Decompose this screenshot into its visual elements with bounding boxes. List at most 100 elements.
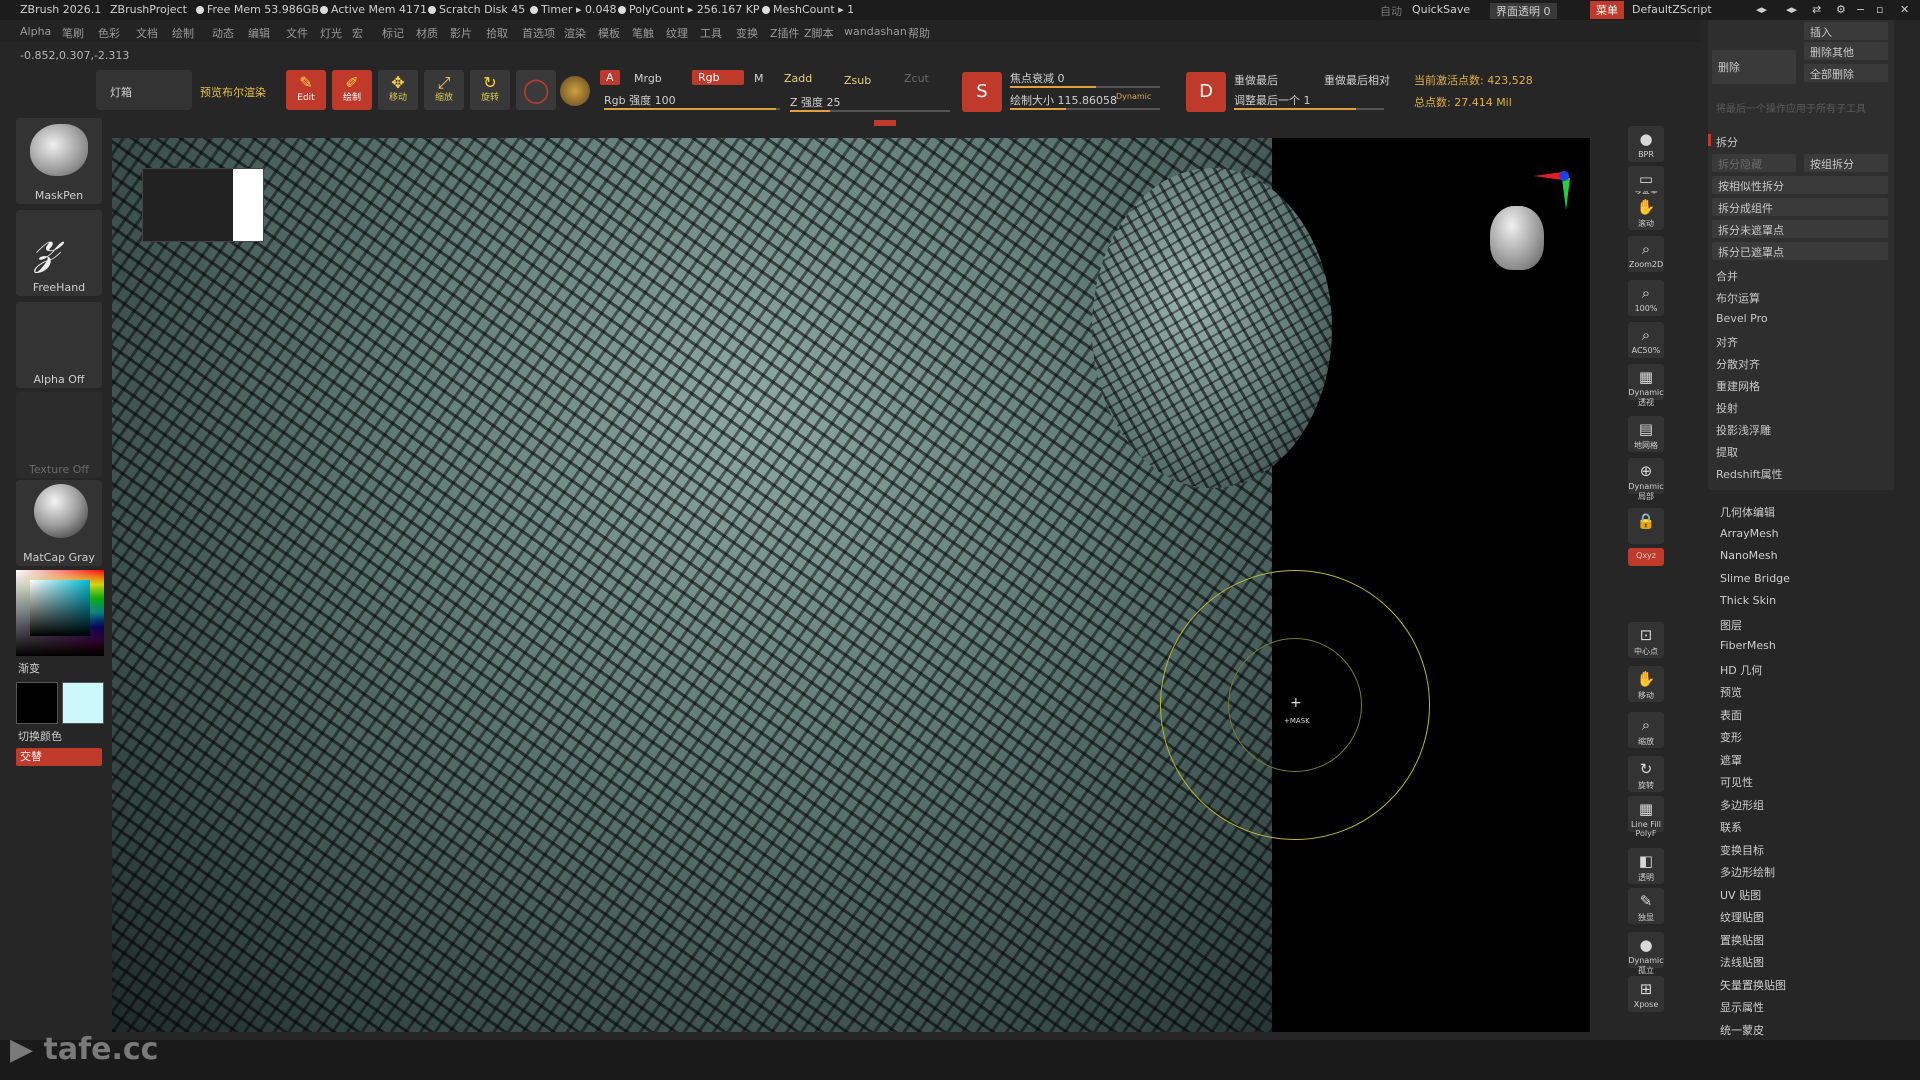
dynamic-size-toggle[interactable]: Dynamic (1116, 92, 1151, 101)
edit-button[interactable]: ✎ Edit (286, 70, 326, 110)
palette-item[interactable]: 纹理贴图 (1720, 909, 1764, 925)
quicksave-button[interactable]: QuickSave (1412, 3, 1470, 16)
palette-item[interactable]: 矢量置换贴图 (1720, 977, 1786, 993)
zsub-toggle[interactable]: Zsub (844, 74, 871, 87)
menu-item[interactable]: 色彩 (98, 25, 120, 41)
tool-move-button[interactable]: ✋ 移动 (1628, 666, 1664, 702)
default-zscript[interactable]: DefaultZScript (1632, 3, 1712, 16)
tool-persp-button[interactable]: ▦ Dynamic 透视 (1628, 364, 1664, 407)
extract-section[interactable]: 提取 (1716, 444, 1738, 460)
palette-item[interactable]: 遮罩 (1720, 752, 1742, 768)
split-section-header[interactable]: 拆分 (1716, 134, 1738, 150)
mrgb-toggle[interactable]: Mrgb (634, 72, 662, 85)
layout-icon[interactable]: ◂▸ (1756, 3, 1767, 16)
tool-ac50-button[interactable]: ⌕ AC50% (1628, 322, 1664, 358)
tool-transp-button[interactable]: ◧ 透明 (1628, 848, 1664, 884)
mesh-ear-region[interactable] (1092, 168, 1332, 488)
menu-item[interactable]: 绘制 (172, 25, 194, 41)
color-picker[interactable] (16, 570, 104, 656)
distribute-section[interactable]: 分散对齐 (1716, 356, 1760, 372)
tool-rotate-button[interactable]: ↻ 旋转 (1628, 756, 1664, 792)
menu-item[interactable]: 材质 (416, 25, 438, 41)
menu-item[interactable]: Z插件 (770, 25, 800, 41)
tool-xyz-button[interactable]: ✕Qxyz (1628, 548, 1664, 566)
delete-others-button[interactable]: 删除其他 (1804, 42, 1888, 60)
tool-solo-button[interactable]: ● Dynamic 孤立 (1628, 932, 1664, 975)
head-gizmo-icon[interactable] (1490, 206, 1544, 270)
menu-item[interactable]: 影片 (450, 25, 472, 41)
z-intensity-slider[interactable] (790, 110, 950, 112)
tool-bpr-button[interactable]: ● BPR (1628, 126, 1664, 162)
navigator-thumbnail[interactable] (142, 168, 264, 242)
canvas-viewport[interactable]: + +MASK (112, 138, 1590, 1032)
tool-local-button[interactable]: ⊕ Dynamic 局部 (1628, 458, 1664, 501)
redshift-section[interactable]: Redshift属性 (1716, 466, 1783, 482)
switch-color-button[interactable]: 切换颜色 (18, 728, 62, 744)
palette-item[interactable]: 显示属性 (1720, 999, 1764, 1015)
sculptris-button[interactable]: ◯ (516, 70, 556, 110)
close-icon[interactable]: ✕ (1900, 3, 1909, 16)
palette-item[interactable]: 置换贴图 (1720, 932, 1764, 948)
menu-item[interactable]: 文件 (286, 25, 308, 41)
palette-item[interactable]: 几何体编辑 (1720, 504, 1775, 520)
layout2-icon[interactable]: ◂▸ (1786, 3, 1797, 16)
delete-all-button[interactable]: 全部删除 (1804, 64, 1888, 82)
merge-section[interactable]: 合并 (1716, 268, 1738, 284)
bevel-pro-section[interactable]: Bevel Pro (1716, 312, 1768, 325)
palette-item[interactable]: 统一蒙皮 (1720, 1022, 1764, 1038)
menu-button[interactable]: 菜单 (1590, 1, 1624, 19)
menu-item[interactable]: 拾取 (486, 25, 508, 41)
draw-size-label[interactable]: 绘制大小 115.86058 (1010, 92, 1117, 108)
palette-item[interactable]: 变换目标 (1720, 842, 1764, 858)
menu-item[interactable]: 标记 (382, 25, 404, 41)
align-section[interactable]: 对齐 (1716, 334, 1738, 350)
menu-item[interactable]: 工具 (700, 25, 722, 41)
tool-zoom2d-button[interactable]: ⌕ Zoom2D (1628, 236, 1664, 272)
palette-item[interactable]: 预览 (1720, 684, 1742, 700)
palette-item[interactable]: Slime Bridge (1720, 572, 1790, 585)
adjust-last-slider[interactable] (1234, 108, 1384, 110)
palette-item[interactable]: 变形 (1720, 729, 1742, 745)
tool-ghost-button[interactable]: ✎ 独显 (1628, 888, 1664, 924)
palette-item[interactable]: 多边形绘制 (1720, 864, 1775, 880)
material-sphere-icon[interactable] (560, 76, 590, 106)
stroke-s-button[interactable]: S (962, 72, 1002, 112)
menu-item[interactable]: wandashan (844, 25, 907, 38)
focal-shift-slider[interactable] (1010, 86, 1160, 88)
menu-item[interactable]: Alpha (20, 25, 51, 38)
rgb-toggle[interactable]: Rgb (692, 70, 744, 85)
zcut-toggle[interactable]: Zcut (904, 72, 929, 85)
palette-item[interactable]: 法线贴图 (1720, 954, 1764, 970)
split-parts-button[interactable]: 拆分成组件 (1712, 198, 1888, 216)
palette-item[interactable]: 可见性 (1720, 774, 1753, 790)
menu-item[interactable]: 变换 (736, 25, 758, 41)
palette-item[interactable]: Thick Skin (1720, 594, 1776, 607)
redo-d-button[interactable]: D (1186, 72, 1226, 112)
draw-size-slider[interactable] (1010, 108, 1160, 110)
zadd-toggle[interactable]: Zadd (784, 72, 812, 85)
focal-shift-label[interactable]: 焦点衰减 0 (1010, 70, 1065, 86)
menu-item[interactable]: Z脚本 (804, 25, 834, 41)
rgb-intensity-slider[interactable] (604, 108, 780, 110)
palette-item[interactable]: UV 贴图 (1720, 887, 1761, 903)
menu-item[interactable]: 渲染 (564, 25, 586, 41)
insert-button[interactable]: 插入 (1804, 22, 1888, 40)
project-bas-relief-section[interactable]: 投影浅浮雕 (1716, 422, 1771, 438)
tool-lock-button[interactable]: 🔒 (1628, 508, 1664, 544)
woven-mesh-model[interactable] (112, 138, 1272, 1032)
minimize-icon[interactable]: − (1856, 3, 1865, 16)
groups-split-button[interactable]: 按组拆分 (1804, 154, 1888, 172)
lightbox-button[interactable]: 灯箱 (96, 70, 192, 110)
menu-item[interactable]: 笔刷 (62, 25, 84, 41)
settings-icon[interactable]: ⚙ (1836, 3, 1846, 16)
menu-item[interactable]: 模板 (598, 25, 620, 41)
preview-render-button[interactable]: 预览布尔渲染 (200, 84, 266, 100)
redo-last-relative-button[interactable]: 重做最后相对 (1324, 72, 1390, 88)
menu-item[interactable]: 文档 (136, 25, 158, 41)
boolean-section[interactable]: 布尔运算 (1716, 290, 1760, 306)
project-section[interactable]: 投射 (1716, 400, 1738, 416)
swap-icon[interactable]: ⇄ (1812, 3, 1821, 16)
material-slot[interactable]: MatCap Gray (16, 480, 102, 566)
alternate-button[interactable]: 交替 (16, 748, 102, 766)
palette-item[interactable]: 多边形组 (1720, 797, 1764, 813)
